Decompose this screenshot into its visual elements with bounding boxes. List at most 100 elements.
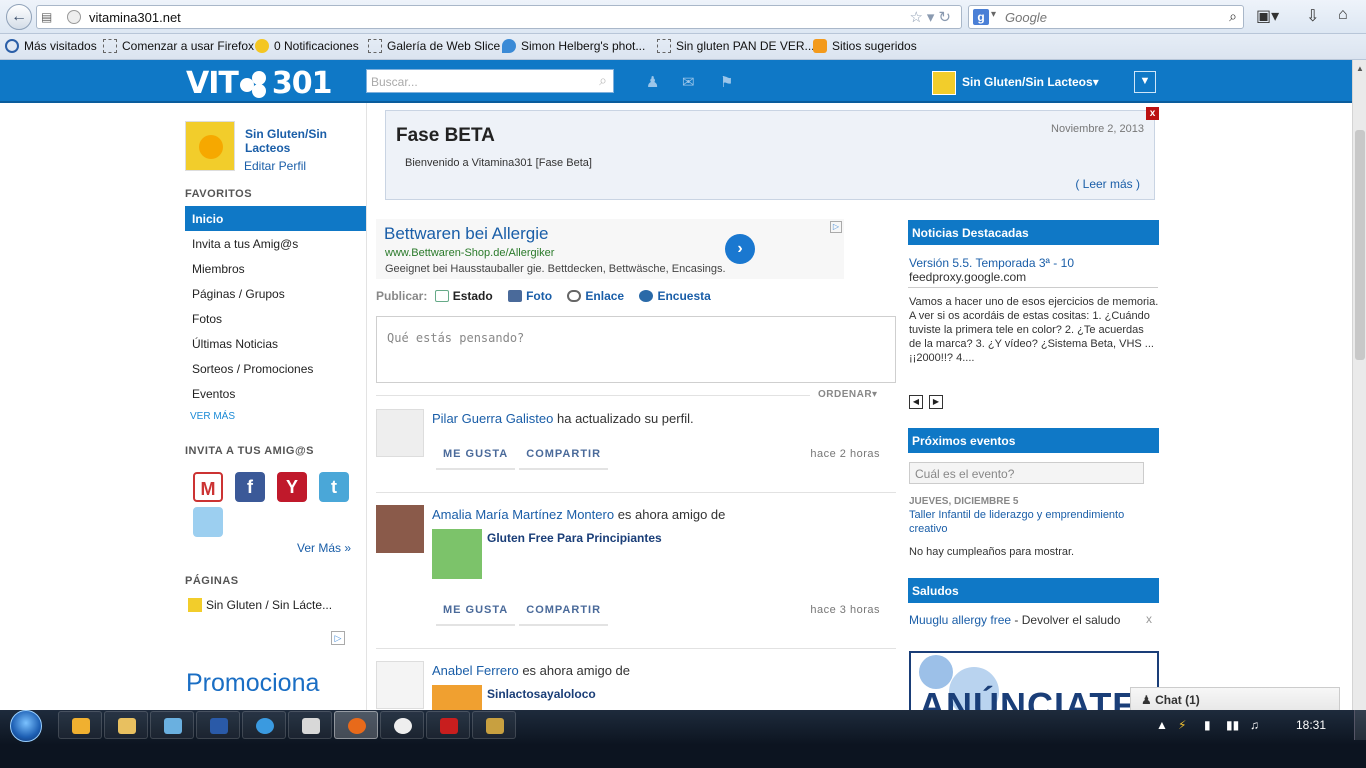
event-input[interactable]: Cuál es el evento?	[909, 462, 1144, 484]
sidebar-item-noticias[interactable]: Últimas Noticias	[185, 331, 366, 356]
url-bar[interactable]: ▤ vitamina301.net ☆▾↻	[36, 5, 962, 29]
page-scrollbar[interactable]: ▲	[1352, 60, 1366, 710]
notifications-icon[interactable]: ⚑	[720, 73, 738, 91]
avatar[interactable]	[376, 409, 424, 457]
read-more-link[interactable]: ( Leer más )	[1075, 177, 1140, 191]
network-icon[interactable]: ▮▮	[1226, 718, 1239, 732]
feed-actor-link[interactable]: Pilar Guerra Galisteo	[432, 411, 553, 426]
bookmark-most-visited[interactable]: Más visitados	[5, 39, 97, 53]
taskbar-app-acrobat[interactable]	[426, 711, 470, 739]
sidebar-item-eventos[interactable]: Eventos	[185, 381, 366, 406]
user-menu[interactable]: Sin Gluten/Sin Lacteos▾	[932, 71, 1099, 95]
edit-profile-link[interactable]: Editar Perfil	[244, 159, 306, 173]
tab-enlace[interactable]: Enlace	[567, 289, 624, 303]
tray-expand-icon[interactable]: ▲	[1156, 718, 1168, 732]
show-desktop-button[interactable]	[1354, 710, 1366, 740]
feed-object-link[interactable]: Gluten Free Para Principiantes	[487, 531, 662, 545]
ad-title[interactable]: Bettwaren bei Allergie	[384, 224, 548, 244]
ad-url[interactable]: www.Bettwaren-Shop.de/Allergiker	[385, 247, 554, 259]
taskbar-app-ie[interactable]	[242, 711, 286, 739]
avatar[interactable]	[376, 505, 424, 553]
greet-name-link[interactable]: Muuglu allergy free	[909, 613, 1011, 627]
taskbar-app-outlook[interactable]	[58, 711, 102, 739]
chat-bar[interactable]: ♟ Chat (1)	[1130, 687, 1340, 711]
bookmark-sin-gluten[interactable]: Sin gluten PAN DE VER...	[657, 39, 815, 53]
chevron-right-icon[interactable]: ›	[725, 234, 755, 264]
msn-icon[interactable]	[193, 507, 223, 537]
download-icon[interactable]: ⇩	[1306, 6, 1319, 26]
greet-action-link[interactable]: - Devolver el saludo	[1011, 613, 1120, 627]
ad-banner[interactable]: Bettwaren bei Allergie www.Bettwaren-Sho…	[376, 219, 844, 279]
taskbar-app-paint[interactable]	[288, 711, 332, 739]
order-dropdown[interactable]: ORDENAR▾	[818, 389, 878, 400]
status-input[interactable]: Qué estás pensando?	[376, 316, 896, 383]
twitter-icon[interactable]: t	[319, 472, 349, 502]
next-icon[interactable]: ▶	[929, 395, 943, 409]
share-button[interactable]: COMPARTIR	[519, 448, 609, 470]
taskbar-app-tool[interactable]	[472, 711, 516, 739]
tray-app-icon[interactable]: ⚡	[1178, 718, 1186, 732]
feed-actor-link[interactable]: Anabel Ferrero	[432, 663, 519, 678]
feed-actor-link[interactable]: Amalia María Martínez Montero	[432, 507, 614, 522]
yahoo-icon[interactable]: Y	[277, 472, 307, 502]
bookmarks-menu-icon[interactable]: ▣▾	[1256, 6, 1279, 26]
share-button[interactable]: COMPARTIR	[519, 604, 609, 626]
sidebar-item-fotos[interactable]: Fotos	[185, 306, 366, 331]
sidebar-item-miembros[interactable]: Miembros	[185, 256, 366, 281]
avatar[interactable]	[376, 661, 424, 709]
profile-avatar[interactable]	[185, 121, 235, 171]
news-link[interactable]: Versión 5.5. Temporada 3ª - 10	[909, 256, 1074, 270]
search-icon[interactable]: ⌕	[599, 72, 607, 89]
bookmark-notifications[interactable]: 0 Notificaciones	[255, 39, 359, 53]
taskbar-app-messenger[interactable]	[150, 711, 194, 739]
adchoices-icon[interactable]: ▷	[830, 221, 842, 233]
browser-search[interactable]: g ▾ Google ⌕	[968, 5, 1244, 29]
sidebar-item-paginas[interactable]: Páginas / Grupos	[185, 281, 366, 306]
profile-name[interactable]: Sin Gluten/Sin Lacteos	[245, 127, 355, 155]
gmail-icon[interactable]: M	[193, 472, 223, 502]
ver-mas-link[interactable]: VER MÁS	[190, 411, 235, 422]
facebook-icon[interactable]: f	[235, 472, 265, 502]
site-logo[interactable]: VIT 301	[186, 66, 332, 101]
tab-foto[interactable]: Foto	[508, 289, 552, 303]
taskbar-app-chat[interactable]	[380, 711, 424, 739]
bookmark-simon[interactable]: Simon Helberg's phot...	[502, 39, 645, 53]
engine-dropdown-icon[interactable]: ▾	[991, 9, 996, 20]
taskbar-app-word[interactable]	[196, 711, 240, 739]
header-dropdown-button[interactable]: ▼	[1134, 71, 1156, 93]
page-link-item[interactable]: Sin Gluten / Sin Lácte...	[188, 598, 332, 612]
sidebar-item-sorteos[interactable]: Sorteos / Promociones	[185, 356, 366, 381]
page-avatar[interactable]	[432, 529, 482, 579]
url-text[interactable]: vitamina301.net	[89, 10, 181, 25]
sidebar-item-inicio[interactable]: Inicio	[185, 206, 366, 231]
promo-text[interactable]: Promociona	[186, 669, 319, 698]
scroll-thumb[interactable]	[1355, 130, 1365, 360]
event-link[interactable]: Taller Infantil de liderazgo y emprendim…	[909, 508, 1149, 536]
browser-search-placeholder[interactable]: Google	[1005, 10, 1047, 25]
bookmark-firefox[interactable]: Comenzar a usar Firefox	[103, 39, 254, 53]
home-icon[interactable]: ⌂	[1338, 6, 1348, 24]
ver-mas-invite-link[interactable]: Ver Más »	[297, 541, 351, 555]
back-button[interactable]: ←	[6, 4, 32, 30]
messages-icon[interactable]: ✉	[682, 73, 700, 91]
friends-icon[interactable]: ♟	[646, 73, 664, 91]
feed-object-link[interactable]: Sinlactosayaloloco	[487, 687, 596, 701]
page-avatar[interactable]	[432, 685, 482, 710]
like-button[interactable]: ME GUSTA	[436, 604, 516, 626]
tray-power-icon[interactable]: ▮	[1204, 718, 1211, 732]
search-icon[interactable]: ⌕	[1229, 8, 1237, 25]
volume-icon[interactable]: ♫	[1250, 718, 1259, 732]
tab-estado[interactable]: Estado	[434, 289, 493, 303]
site-search-input[interactable]: Buscar... ⌕	[366, 69, 614, 93]
bookmark-webslice[interactable]: Galería de Web Slice	[368, 39, 500, 53]
like-button[interactable]: ME GUSTA	[436, 448, 516, 470]
close-icon[interactable]: x	[1146, 612, 1152, 626]
close-icon[interactable]: x	[1146, 107, 1159, 120]
google-icon[interactable]: g	[973, 9, 989, 25]
taskbar-app-explorer[interactable]	[104, 711, 148, 739]
adchoices-icon[interactable]: ▷	[331, 631, 345, 645]
bookmark-star-icon[interactable]: ☆▾↻	[909, 8, 955, 26]
clock[interactable]: 18:31	[1296, 718, 1326, 732]
taskbar-app-firefox[interactable]	[334, 711, 378, 739]
sidebar-item-invita[interactable]: Invita a tus Amig@s	[185, 231, 366, 256]
